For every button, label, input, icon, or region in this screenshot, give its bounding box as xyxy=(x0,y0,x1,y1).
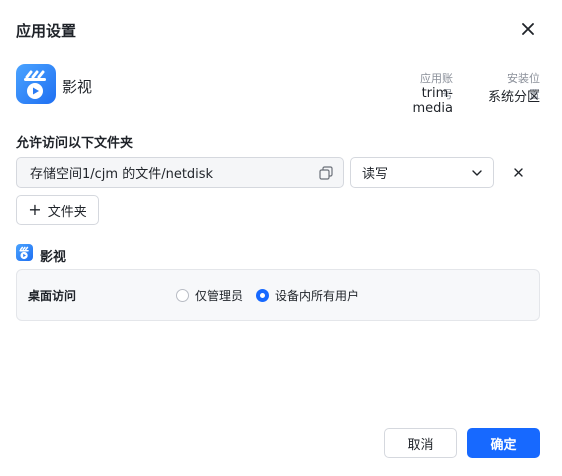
chevron-down-icon xyxy=(472,170,482,176)
remove-folder-button[interactable] xyxy=(510,164,526,180)
permission-select[interactable]: 读写 xyxy=(350,157,494,188)
folders-section-title: 允许访问以下文件夹 xyxy=(16,136,134,151)
account-value: trim-media xyxy=(412,86,454,116)
dialog-title: 应用设置 xyxy=(16,22,77,40)
radio-circle xyxy=(176,289,189,302)
film-play-icon xyxy=(19,246,29,260)
copy-icon[interactable] xyxy=(319,166,333,180)
film-play-icon xyxy=(24,70,46,99)
radio-circle-selected xyxy=(256,289,269,302)
app-icon xyxy=(16,64,56,104)
app-name: 影视 xyxy=(62,78,93,96)
radio-label: 设备内所有用户 xyxy=(275,289,360,303)
close-icon xyxy=(513,167,523,177)
folder-path-text: 存储空间1/cjm 的文件/netdisk xyxy=(30,167,214,182)
app-settings-dialog: 应用设置 影视 应用账号 trim-media 安装位置 系统分区 允许访问以下… xyxy=(0,0,562,476)
desktop-access-panel: 桌面访问 仅管理员 设备内所有用户 xyxy=(16,269,540,321)
close-button[interactable] xyxy=(517,18,539,40)
folder-path-field[interactable]: 存储空间1/cjm 的文件/netdisk xyxy=(16,157,344,188)
desktop-access-label: 桌面访问 xyxy=(28,289,77,303)
radio-admin-only[interactable]: 仅管理员 xyxy=(176,287,243,304)
location-value: 系统分区 xyxy=(487,90,540,105)
add-folder-button[interactable]: + 文件夹 xyxy=(16,195,99,225)
close-icon xyxy=(522,23,534,35)
access-app-title: 影视 xyxy=(40,250,67,265)
radio-all-users[interactable]: 设备内所有用户 xyxy=(256,287,359,304)
plus-icon: + xyxy=(28,200,42,219)
confirm-button[interactable]: 确定 xyxy=(467,428,540,458)
cancel-button[interactable]: 取消 xyxy=(384,428,457,458)
add-folder-label: 文件夹 xyxy=(47,204,87,220)
permission-value: 读写 xyxy=(362,167,389,182)
app-small-icon xyxy=(16,244,33,261)
radio-label: 仅管理员 xyxy=(195,289,244,303)
